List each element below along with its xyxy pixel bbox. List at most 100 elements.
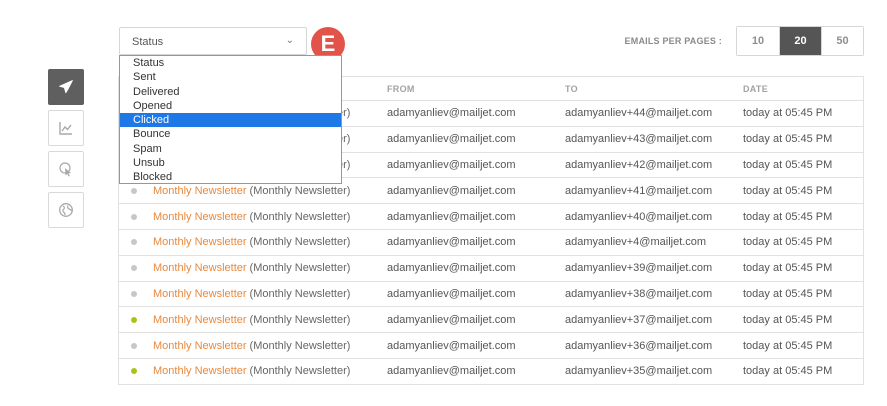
per-page-selector: 10 20 50 (736, 26, 864, 56)
subject-link[interactable]: Monthly Newsletter (153, 365, 247, 377)
status-dot (131, 213, 137, 220)
to-cell: adamyanliev+40@mailjet.com (565, 210, 713, 223)
from-cell: adamyanliev@mailjet.com (387, 210, 516, 223)
subject-link[interactable]: Monthly Newsletter (153, 262, 247, 274)
status-dot (131, 316, 137, 323)
click-cursor-icon (59, 162, 71, 177)
subject-link[interactable]: Monthly Newsletter (153, 211, 247, 223)
status-option-spam[interactable]: Spam (120, 142, 341, 156)
subject-cell: Monthly Newsletter(Monthly Newsletter) (119, 340, 378, 352)
status-dot (131, 239, 137, 246)
table-row[interactable]: Monthly Newsletter(Monthly Newsletter) ad… (119, 256, 863, 282)
sidebar-clicks-button[interactable] (48, 151, 84, 187)
to-cell: adamyanliev+41@mailjet.com (565, 184, 713, 197)
date-cell: today at 05:45 PM (743, 133, 833, 146)
subject-link[interactable]: Monthly Newsletter (153, 340, 247, 352)
subject-campaign: (Monthly Newsletter) (249, 365, 351, 378)
date-cell: today at 05:45 PM (743, 107, 833, 120)
sidebar-send-button[interactable] (48, 69, 84, 105)
subject-campaign: (Monthly Newsletter) (249, 236, 351, 249)
from-cell: adamyanliev@mailjet.com (387, 236, 516, 249)
globe-icon (59, 203, 73, 217)
subject-link[interactable]: Monthly Newsletter (153, 314, 247, 326)
subject-campaign: (Monthly Newsletter) (249, 262, 351, 275)
date-cell: today at 05:45 PM (743, 236, 833, 249)
status-filter-value: Status (132, 36, 164, 48)
subject-cell: Monthly Newsletter(Monthly Newsletter) (119, 314, 378, 326)
status-option-delivered[interactable]: Delivered (120, 85, 341, 99)
date-cell: today at 05:45 PM (743, 287, 833, 300)
subject-campaign: (Monthly Newsletter) (249, 313, 351, 326)
subject-cell: Monthly Newsletter(Monthly Newsletter) (119, 262, 378, 274)
paper-plane-icon (59, 80, 73, 94)
from-cell: adamyanliev@mailjet.com (387, 287, 516, 300)
status-option-bounce[interactable]: Bounce (120, 127, 341, 141)
date-cell: today at 05:45 PM (743, 313, 833, 326)
status-option-sent[interactable]: Sent (120, 70, 341, 84)
subject-cell: Monthly Newsletter(Monthly Newsletter) (119, 211, 378, 223)
from-cell: adamyanliev@mailjet.com (387, 262, 516, 275)
subject-campaign: (Monthly Newsletter) (249, 287, 351, 300)
to-cell: adamyanliev+35@mailjet.com (565, 365, 713, 378)
table-row[interactable]: Monthly Newsletter(Monthly Newsletter) ad… (119, 282, 863, 308)
subject-cell: Monthly Newsletter(Monthly Newsletter) (119, 365, 378, 377)
status-dot (131, 265, 137, 272)
from-cell: adamyanliev@mailjet.com (387, 365, 516, 378)
to-cell: adamyanliev+4@mailjet.com (565, 236, 707, 249)
date-cell: today at 05:45 PM (743, 339, 833, 352)
per-page-label: EMAILS PER PAGES : (624, 36, 722, 46)
to-cell: adamyanliev+36@mailjet.com (565, 339, 713, 352)
from-cell: adamyanliev@mailjet.com (387, 158, 516, 171)
subject-link[interactable]: Monthly Newsletter (153, 236, 247, 248)
status-dot (131, 187, 137, 194)
status-dot (131, 342, 137, 349)
date-cell: today at 05:45 PM (743, 262, 833, 275)
status-option-status[interactable]: Status (120, 56, 341, 70)
status-filter-select[interactable]: Status ⌄ (119, 27, 307, 55)
per-page-option-20[interactable]: 20 (779, 27, 821, 55)
from-cell: adamyanliev@mailjet.com (387, 107, 516, 120)
subject-link[interactable]: Monthly Newsletter (153, 288, 247, 300)
header-from: FROM (387, 83, 415, 94)
to-cell: adamyanliev+37@mailjet.com (565, 313, 713, 326)
line-chart-icon (59, 122, 72, 135)
status-dot (131, 368, 137, 375)
date-cell: today at 05:45 PM (743, 158, 833, 171)
to-cell: adamyanliev+39@mailjet.com (565, 262, 713, 275)
from-cell: adamyanliev@mailjet.com (387, 339, 516, 352)
from-cell: adamyanliev@mailjet.com (387, 313, 516, 326)
subject-campaign: (Monthly Newsletter) (249, 210, 351, 223)
header-date: DATE (743, 83, 769, 94)
date-cell: today at 05:45 PM (743, 184, 833, 197)
status-option-opened[interactable]: Opened (120, 99, 341, 113)
date-cell: today at 05:45 PM (743, 365, 833, 378)
table-row[interactable]: Monthly Newsletter(Monthly Newsletter) ad… (119, 333, 863, 359)
sidebar-stats-button[interactable] (48, 110, 84, 146)
status-option-clicked[interactable]: Clicked (120, 113, 341, 128)
status-option-blocked[interactable]: Blocked (120, 170, 341, 184)
date-cell: today at 05:45 PM (743, 210, 833, 223)
subject-link[interactable]: Monthly Newsletter (153, 185, 247, 197)
subject-campaign: (Monthly Newsletter) (249, 339, 351, 352)
subject-cell: Monthly Newsletter(Monthly Newsletter) (119, 288, 378, 300)
subject-campaign: (Monthly Newsletter) (249, 184, 351, 197)
from-cell: adamyanliev@mailjet.com (387, 133, 516, 146)
table-row[interactable]: Monthly Newsletter(Monthly Newsletter) ad… (119, 204, 863, 230)
step-badge-letter: E (320, 31, 336, 56)
table-row[interactable]: Monthly Newsletter(Monthly Newsletter) ad… (119, 230, 863, 256)
header-to: TO (565, 83, 578, 94)
to-cell: adamyanliev+44@mailjet.com (565, 107, 713, 120)
to-cell: adamyanliev+38@mailjet.com (565, 287, 713, 300)
to-cell: adamyanliev+42@mailjet.com (565, 158, 713, 171)
sidebar-geo-button[interactable] (48, 192, 84, 228)
subject-cell: Monthly Newsletter(Monthly Newsletter) (119, 236, 378, 248)
subject-cell: Monthly Newsletter(Monthly Newsletter) (119, 185, 378, 197)
status-option-unsub[interactable]: Unsub (120, 156, 341, 170)
per-page-option-10[interactable]: 10 (737, 27, 779, 55)
per-page-option-50[interactable]: 50 (821, 27, 863, 55)
chevron-down-icon: ⌄ (285, 35, 294, 46)
table-row[interactable]: Monthly Newsletter(Monthly Newsletter) ad… (119, 307, 863, 334)
status-dot (131, 290, 137, 297)
table-row[interactable]: Monthly Newsletter(Monthly Newsletter) ad… (119, 359, 863, 385)
to-cell: adamyanliev+43@mailjet.com (565, 133, 713, 146)
